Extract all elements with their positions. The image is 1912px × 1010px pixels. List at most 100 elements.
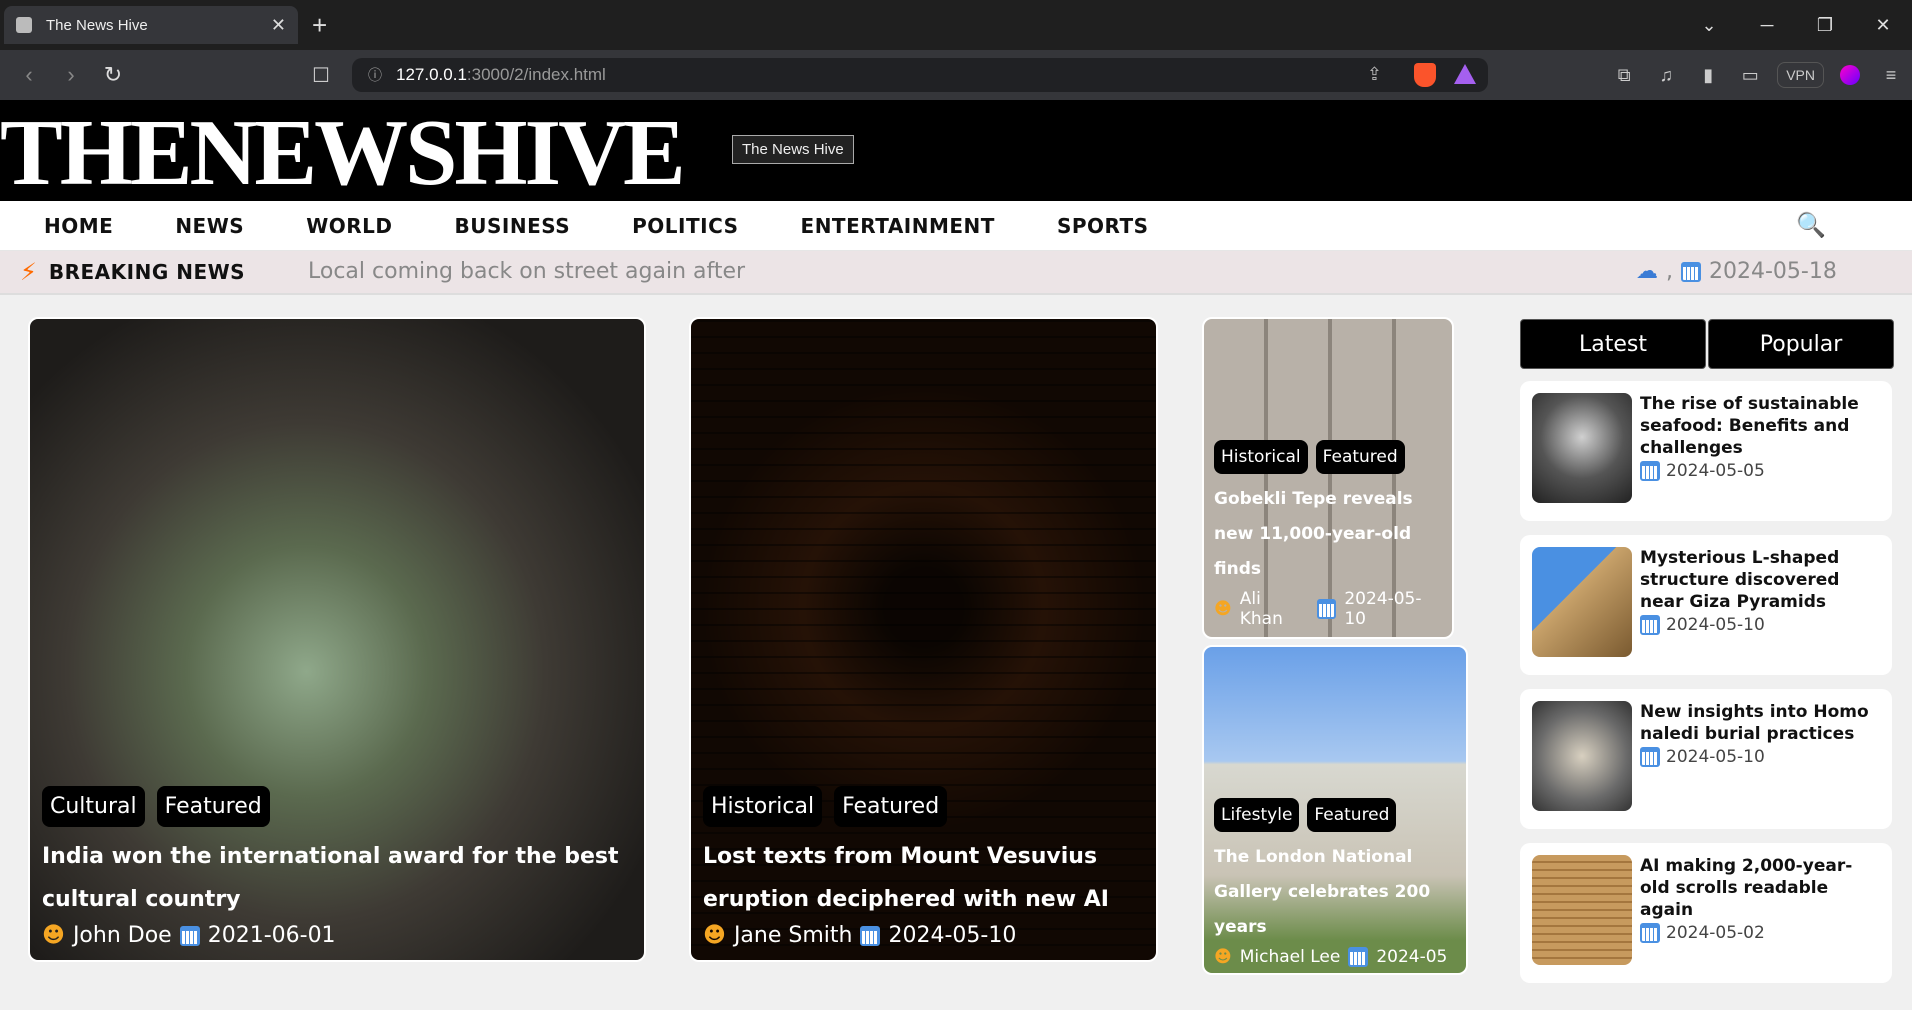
article-title[interactable]: Mysterious L-shaped structure discovered… <box>1640 547 1880 613</box>
sidebar-icon[interactable]: ▮ <box>1687 65 1729 86</box>
current-date: 2024-05-18 <box>1709 259 1837 284</box>
tab-latest[interactable]: Latest <box>1520 319 1706 369</box>
author-name: Michael Lee <box>1239 947 1341 967</box>
header-badge: The News Hive <box>732 135 854 164</box>
featured-card[interactable]: Historical Featured Lost texts from Moun… <box>689 317 1158 962</box>
category-tag[interactable]: Lifestyle <box>1214 798 1300 832</box>
window-controls: ⌄ ─ ❐ ✕ <box>1680 0 1912 50</box>
bookmark-icon[interactable]: ☐ <box>312 63 330 87</box>
date-text: 2024-05-10 <box>1666 747 1765 767</box>
close-tab-icon[interactable]: ✕ <box>271 15 286 36</box>
article-thumbnail[interactable] <box>1532 701 1632 811</box>
card-overlay: Historical Featured Gobekli Tepe reveals… <box>1204 440 1452 637</box>
brave-rewards-icon[interactable] <box>1454 64 1476 84</box>
featured-card[interactable]: Lifestyle Featured The London National G… <box>1202 645 1468 975</box>
bolt-icon: ⚡ <box>20 258 37 286</box>
featured-card[interactable]: Cultural Featured India won the internat… <box>28 317 646 962</box>
reload-button[interactable]: ↻ <box>92 62 134 88</box>
featured-card[interactable]: Historical Featured Gobekli Tepe reveals… <box>1202 317 1454 639</box>
category-tag[interactable]: Cultural <box>42 786 145 827</box>
menu-icon[interactable]: ≡ <box>1870 65 1912 86</box>
nav-news[interactable]: NEWS <box>175 214 244 238</box>
weather-separator: , <box>1666 259 1673 284</box>
tab-popular[interactable]: Popular <box>1708 319 1894 369</box>
browser-tab[interactable]: The News Hive ✕ <box>4 6 298 44</box>
card-overlay: Cultural Featured India won the internat… <box>30 786 644 960</box>
media-icon[interactable]: ♫ <box>1645 65 1687 86</box>
featured-tag[interactable]: Featured <box>156 786 270 827</box>
article-thumbnail[interactable] <box>1532 547 1632 657</box>
back-button[interactable]: ‹ <box>8 62 50 88</box>
calendar-icon <box>1348 947 1369 967</box>
site-header: THENEWSHIVE The News Hive <box>0 100 1912 201</box>
sidebar-list: The rise of sustainable seafood: Benefit… <box>1520 381 1892 997</box>
forward-button[interactable]: › <box>50 62 92 88</box>
new-tab-button[interactable]: + <box>312 10 327 41</box>
minimize-button[interactable]: ─ <box>1738 0 1796 50</box>
list-item[interactable]: Mysterious L-shaped structure discovered… <box>1520 535 1892 675</box>
favicon-icon <box>16 17 32 33</box>
nav-business[interactable]: BUSINESS <box>455 214 571 238</box>
card-title[interactable]: Lost texts from Mount Vesuvius eruption … <box>703 835 1144 921</box>
card-title[interactable]: Gobekli Tepe reveals new 11,000-year-old… <box>1214 482 1442 587</box>
extensions-icon[interactable]: ⧉ <box>1603 65 1645 86</box>
wallet-icon[interactable]: ▭ <box>1729 65 1771 86</box>
list-item[interactable]: AI making 2,000-year-old scrolls readabl… <box>1520 843 1892 983</box>
search-icon[interactable]: 🔍 <box>1796 211 1826 239</box>
site-logo[interactable]: THENEWSHIVE <box>0 106 686 200</box>
list-item[interactable]: New insights into Homo naledi burial pra… <box>1520 689 1892 829</box>
maximize-button[interactable]: ❐ <box>1796 0 1854 50</box>
nav-entertainment[interactable]: ENTERTAINMENT <box>801 214 995 238</box>
breaking-label: BREAKING NEWS <box>48 260 246 284</box>
extension-area: ⧉ ♫ ▮ ▭ VPN ≡ <box>1603 50 1912 100</box>
close-window-button[interactable]: ✕ <box>1854 0 1912 50</box>
main-content: Cultural Featured India won the internat… <box>0 295 1912 1010</box>
featured-tag[interactable]: Featured <box>834 786 948 827</box>
vpn-button[interactable]: VPN <box>1777 62 1824 88</box>
url-path: :3000/2/index.html <box>466 65 606 84</box>
list-item[interactable]: The rise of sustainable seafood: Benefit… <box>1520 381 1892 521</box>
calendar-icon <box>1640 923 1660 943</box>
brave-shields-icon[interactable] <box>1414 63 1436 87</box>
article-title[interactable]: The rise of sustainable seafood: Benefit… <box>1640 393 1880 459</box>
address-bar[interactable]: ⓘ 127.0.0.1:3000/2/index.html ⇪ <box>352 58 1488 92</box>
browser-tabbar: The News Hive ✕ + ⌄ ─ ❐ ✕ <box>0 0 1912 50</box>
card-title[interactable]: The London National Gallery celebrates 2… <box>1214 840 1456 945</box>
calendar-icon <box>1640 461 1660 481</box>
breaking-news-bar: ⚡ BREAKING NEWS Local coming back on str… <box>0 251 1912 295</box>
category-tag[interactable]: Historical <box>703 786 823 827</box>
card-meta: ☻ Jane Smith 2024-05-10 <box>703 923 1144 948</box>
weather-icon: ☁ <box>1636 259 1658 284</box>
article-date: 2024-05-10 <box>1640 615 1880 635</box>
nav-world[interactable]: WORLD <box>306 214 392 238</box>
featured-tag[interactable]: Featured <box>1315 440 1405 474</box>
leo-ai-icon[interactable] <box>1840 65 1860 85</box>
site-info-icon[interactable]: ⓘ <box>368 65 382 85</box>
article-thumbnail[interactable] <box>1532 855 1632 965</box>
article-title[interactable]: AI making 2,000-year-old scrolls readabl… <box>1640 855 1880 921</box>
category-tag[interactable]: Historical <box>1214 440 1308 474</box>
post-date: 2021-06-01 <box>207 923 336 948</box>
article-thumbnail[interactable] <box>1532 393 1632 503</box>
news-ticker[interactable]: Local coming back on street again after <box>308 259 745 284</box>
calendar-icon <box>179 925 200 946</box>
article-date: 2024-05-10 <box>1640 747 1880 767</box>
tab-search-icon[interactable]: ⌄ <box>1680 0 1738 50</box>
weather-date: ☁ , 2024-05-18 <box>1636 259 1837 284</box>
author-icon: ☻ <box>42 923 65 948</box>
share-icon[interactable]: ⇪ <box>1367 64 1382 85</box>
main-nav: HOME NEWS WORLD BUSINESS POLITICS ENTERT… <box>0 201 1912 251</box>
calendar-icon <box>1640 747 1660 767</box>
url-host: 127.0.0.1 <box>396 65 467 84</box>
nav-politics[interactable]: POLITICS <box>632 214 738 238</box>
card-title[interactable]: India won the international award for th… <box>42 835 632 921</box>
article-date: 2024-05-05 <box>1640 461 1880 481</box>
author-name: Jane Smith <box>733 923 853 948</box>
author-name: John Doe <box>72 923 172 948</box>
article-title[interactable]: New insights into Homo naledi burial pra… <box>1640 701 1880 745</box>
nav-sports[interactable]: SPORTS <box>1057 214 1149 238</box>
author-icon: ☻ <box>703 923 726 948</box>
author-icon: ☻ <box>1214 947 1232 967</box>
nav-home[interactable]: HOME <box>44 214 113 238</box>
featured-tag[interactable]: Featured <box>1307 798 1397 832</box>
